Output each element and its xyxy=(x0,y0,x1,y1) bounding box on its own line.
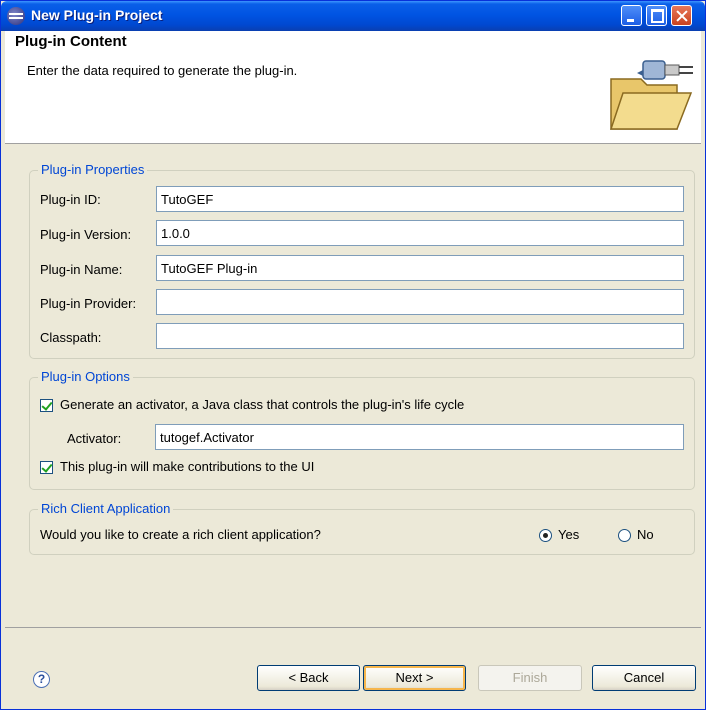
page-description: Enter the data required to generate the … xyxy=(27,63,298,78)
plugin-provider-label: Plug-in Provider: xyxy=(40,296,137,311)
options-group-title: Plug-in Options xyxy=(38,369,133,384)
button-bar-separator xyxy=(5,627,701,628)
plugin-id-label: Plug-in ID: xyxy=(40,192,101,207)
wizard-window: New Plug-in Project Plug-in Content Ente… xyxy=(0,0,706,710)
classpath-label: Classpath: xyxy=(40,330,102,345)
next-button[interactable]: Next > xyxy=(363,665,466,691)
ui-contributions-label: This plug-in will make contributions to … xyxy=(60,459,315,474)
rcp-question: Would you like to create a rich client a… xyxy=(40,527,321,542)
rcp-yes-label: Yes xyxy=(558,527,580,542)
plugin-version-input[interactable] xyxy=(156,220,684,246)
rcp-group-title: Rich Client Application xyxy=(38,501,174,516)
rcp-no-label: No xyxy=(637,527,654,542)
rcp-no-radio[interactable] xyxy=(618,529,631,542)
eclipse-icon xyxy=(7,7,25,25)
title-bar[interactable]: New Plug-in Project xyxy=(1,1,705,31)
classpath-input[interactable] xyxy=(156,323,684,349)
plugin-provider-input[interactable] xyxy=(156,289,684,315)
activator-label: Activator: xyxy=(67,431,122,446)
plugin-version-label: Plug-in Version: xyxy=(40,227,132,242)
plugin-id-input[interactable] xyxy=(156,186,684,212)
back-button[interactable]: < Back xyxy=(257,665,360,691)
generate-activator-label: Generate an activator, a Java class that… xyxy=(60,397,465,412)
minimize-button[interactable] xyxy=(621,5,642,26)
finish-button[interactable]: Finish xyxy=(478,665,582,691)
page-title: Plug-in Content xyxy=(15,33,127,50)
plugin-name-label: Plug-in Name: xyxy=(40,262,123,277)
rcp-yes-radio[interactable] xyxy=(539,529,552,542)
close-button[interactable] xyxy=(671,5,692,26)
generate-activator-checkbox[interactable] xyxy=(40,399,53,412)
ui-contributions-checkbox[interactable] xyxy=(40,461,53,474)
properties-group-title: Plug-in Properties xyxy=(38,162,148,177)
activator-input[interactable] xyxy=(155,424,684,450)
window-title: New Plug-in Project xyxy=(31,7,163,23)
cancel-button[interactable]: Cancel xyxy=(592,665,696,691)
help-icon[interactable]: ? xyxy=(33,671,50,688)
maximize-button[interactable] xyxy=(646,5,667,26)
plugin-name-input[interactable] xyxy=(156,255,684,281)
plugin-folder-icon xyxy=(609,60,693,130)
